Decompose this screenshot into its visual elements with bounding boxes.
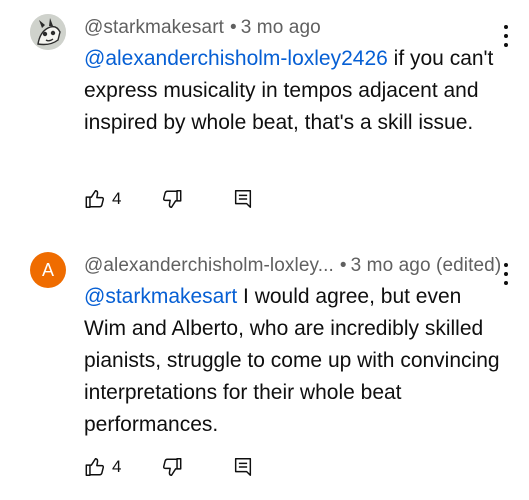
comment-text: @alexanderchisholm-loxley2426 if you can… [84, 43, 494, 139]
kebab-dot-icon [504, 263, 508, 267]
kebab-dot-icon [504, 272, 508, 276]
comment-thread-item: @starkmakesart • 3 mo ago @alexanderchisho… [0, 0, 529, 230]
mention-link[interactable]: @alexanderchisholm-loxley2426 [84, 47, 388, 70]
author-avatar[interactable]: A [30, 252, 66, 288]
kebab-dot-icon [504, 34, 508, 38]
comment-actions: 4 [84, 456, 264, 482]
dislike-button[interactable] [161, 188, 183, 210]
author-name[interactable]: @alexanderchisholm-loxley... [84, 255, 334, 276]
cartoon-avatar-icon [30, 14, 66, 50]
mention-link[interactable]: @starkmakesart [84, 285, 237, 308]
like-count: 4 [112, 189, 122, 208]
comment-thread-item: A @alexanderchisholm-loxley... • 3 mo ago … [0, 240, 529, 500]
thumbs-down-icon [162, 190, 182, 208]
author-name[interactable]: @starkmakesart [84, 17, 224, 38]
comment-action-menu-button[interactable] [498, 25, 514, 47]
avatar-letter: A [41, 259, 54, 280]
kebab-dot-icon [504, 43, 508, 47]
kebab-dot-icon [504, 281, 508, 285]
thumbs-down-icon [162, 458, 182, 476]
thumbs-up-icon [85, 458, 105, 476]
author-avatar[interactable] [30, 14, 66, 50]
reply-button[interactable] [232, 456, 254, 478]
like-button[interactable]: 4 [84, 456, 121, 478]
kebab-dot-icon [504, 25, 508, 29]
comment-age[interactable]: 3 mo ago [241, 17, 321, 38]
reply-comment-icon [234, 190, 252, 208]
comment-meta: @starkmakesart • 3 mo ago [84, 17, 321, 39]
comment-text: @starkmakesart I would agree, but even W… [84, 281, 504, 441]
like-count: 4 [112, 457, 122, 476]
reply-comment-icon [234, 458, 252, 476]
like-button[interactable]: 4 [84, 188, 121, 210]
meta-separator: • [339, 255, 347, 276]
dislike-button[interactable] [161, 456, 183, 478]
edited-label: (edited) [436, 255, 502, 276]
thumbs-up-icon [85, 190, 105, 208]
comment-age[interactable]: 3 mo ago [351, 255, 431, 276]
reply-button[interactable] [232, 188, 254, 210]
comment-actions: 4 [84, 188, 264, 214]
comment-meta: @alexanderchisholm-loxley... • 3 mo ago (e… [84, 255, 501, 277]
meta-separator: • [230, 17, 237, 38]
